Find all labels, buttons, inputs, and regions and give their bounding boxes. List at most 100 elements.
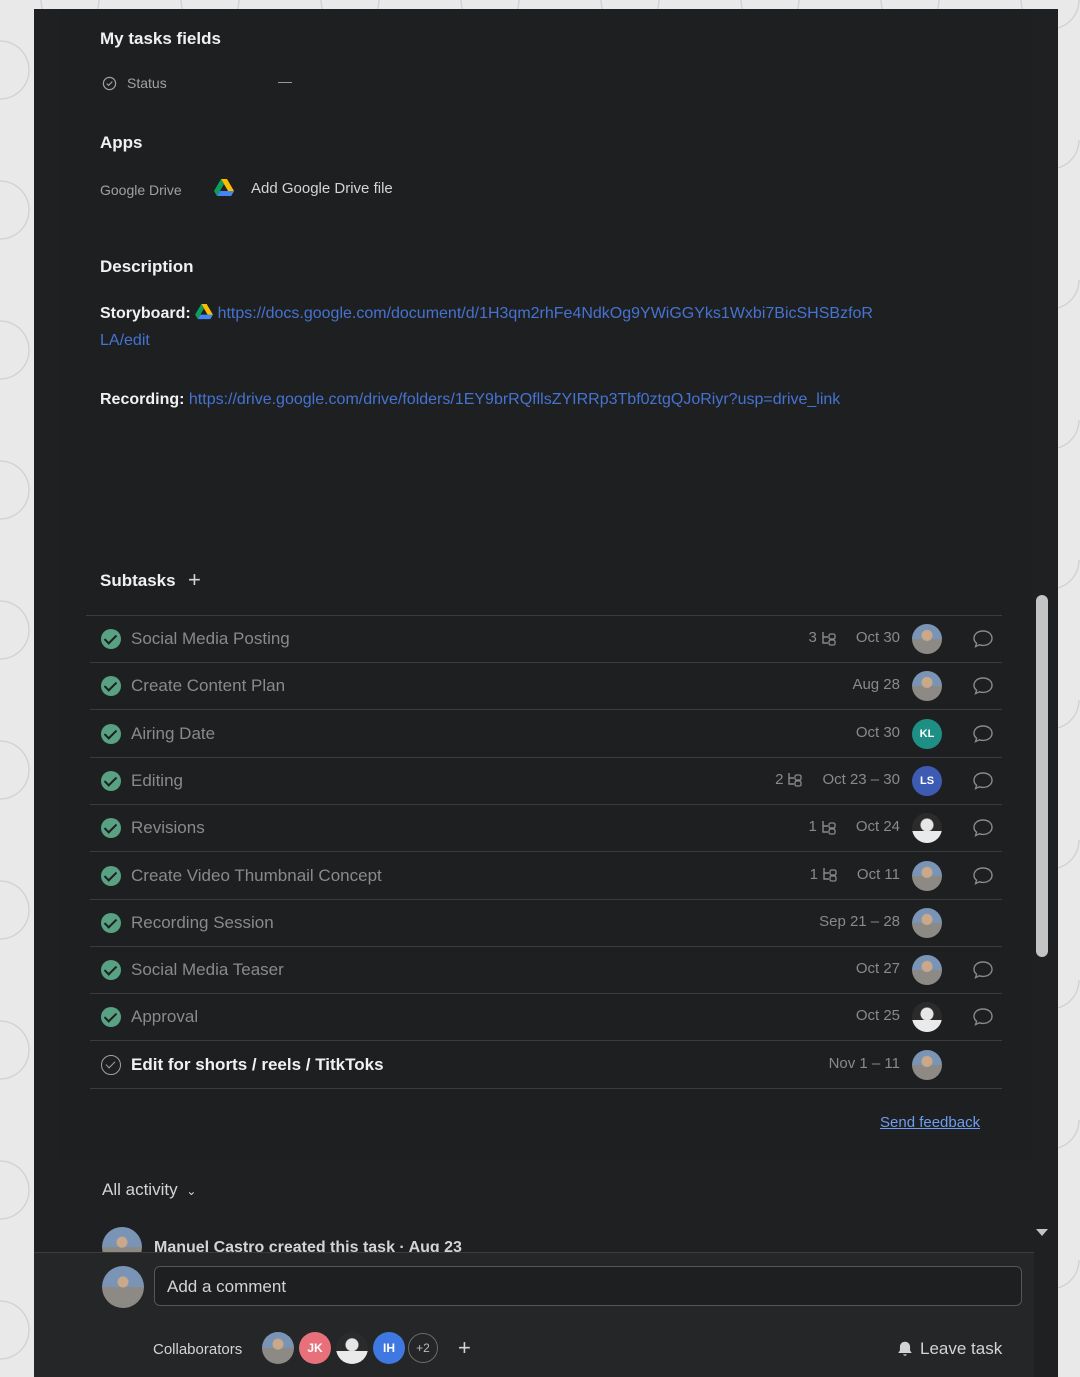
subtask-row[interactable]: Revisions 1 Oct 24 bbox=[90, 805, 1002, 853]
comment-input[interactable]: Add a comment bbox=[154, 1266, 1022, 1306]
google-drive-icon[interactable] bbox=[214, 179, 234, 197]
subtask-name[interactable]: Recording Session bbox=[131, 913, 274, 933]
recording-link[interactable]: https://drive.google.com/drive/folders/1… bbox=[189, 391, 840, 408]
subtask-name[interactable]: Social Media Teaser bbox=[131, 960, 284, 980]
subtask-name[interactable]: Edit for shorts / reels / TitkToks bbox=[131, 1055, 384, 1075]
send-feedback-link[interactable]: Send feedback bbox=[880, 1114, 980, 1131]
add-collaborator-icon[interactable]: + bbox=[458, 1335, 471, 1361]
scrollbar[interactable] bbox=[1036, 595, 1048, 957]
assignee-avatar[interactable] bbox=[912, 671, 942, 702]
subtasks-icon bbox=[822, 820, 836, 835]
subtask-meta: Aug 28 bbox=[852, 676, 900, 693]
assignee-avatar[interactable] bbox=[912, 624, 942, 654]
collaborators-label: Collaborators bbox=[153, 1341, 243, 1358]
storyboard-link-continued[interactable]: LA/edit bbox=[100, 332, 150, 349]
complete-toggle-icon[interactable] bbox=[101, 723, 121, 744]
complete-toggle-icon[interactable] bbox=[101, 676, 121, 697]
avatar-initials: LS bbox=[919, 774, 935, 787]
leave-task-button[interactable]: Leave task bbox=[896, 1339, 1002, 1359]
comment-icon[interactable] bbox=[972, 724, 994, 744]
status-field-value[interactable]: — bbox=[278, 73, 292, 89]
due-date[interactable]: Oct 30 bbox=[856, 724, 900, 741]
task-detail-panel: My tasks fields Status — Apps Google Dri… bbox=[34, 9, 1058, 1377]
subtask-row[interactable]: Editing 2 Oct 23 – 30 LS bbox=[90, 758, 1002, 805]
subtask-count[interactable]: 2 bbox=[775, 771, 804, 788]
add-google-drive-file-button[interactable]: Add Google Drive file bbox=[251, 180, 393, 197]
complete-toggle-icon[interactable] bbox=[101, 912, 121, 933]
add-subtask-icon[interactable]: + bbox=[188, 567, 201, 593]
complete-toggle-icon[interactable] bbox=[101, 770, 121, 791]
comment-icon[interactable] bbox=[972, 960, 994, 980]
subtask-meta: Oct 25 bbox=[856, 1007, 900, 1024]
due-date[interactable]: Oct 27 bbox=[856, 960, 900, 977]
more-collaborators-badge[interactable]: +2 bbox=[408, 1333, 438, 1363]
subtask-name[interactable]: Create Content Plan bbox=[131, 676, 285, 696]
assignee-avatar[interactable] bbox=[912, 907, 942, 938]
comment-icon[interactable] bbox=[972, 771, 994, 791]
due-date[interactable]: Oct 23 – 30 bbox=[822, 771, 900, 788]
comment-icon[interactable] bbox=[972, 1007, 994, 1027]
assignee-avatar[interactable] bbox=[912, 813, 942, 844]
due-date[interactable]: Oct 24 bbox=[856, 818, 900, 835]
comment-icon[interactable] bbox=[972, 818, 994, 838]
status-field-label: Status bbox=[127, 75, 167, 91]
subtask-count-value: 3 bbox=[808, 629, 817, 646]
subtask-meta: Oct 27 bbox=[856, 960, 900, 977]
assignee-avatar[interactable]: LS bbox=[912, 765, 942, 796]
activity-filter-dropdown[interactable]: All activity ⌄ bbox=[102, 1180, 196, 1200]
due-date[interactable]: Sep 21 – 28 bbox=[819, 913, 900, 930]
subtask-count-value: 1 bbox=[809, 865, 818, 883]
comment-icon[interactable] bbox=[972, 676, 994, 696]
complete-toggle-icon[interactable] bbox=[101, 818, 121, 839]
google-drive-label: Google Drive bbox=[100, 182, 182, 198]
assignee-avatar[interactable] bbox=[912, 955, 942, 986]
assignee-avatar[interactable]: KL bbox=[912, 718, 942, 749]
assignee-avatar[interactable] bbox=[912, 1002, 942, 1033]
subtask-meta: 3 Oct 30 bbox=[808, 629, 900, 646]
due-date[interactable]: Oct 30 bbox=[856, 629, 900, 646]
subtask-count[interactable]: 1 bbox=[808, 818, 837, 835]
due-date[interactable]: Oct 25 bbox=[856, 1007, 900, 1024]
subtask-meta: 1 Oct 11 bbox=[810, 866, 900, 883]
scroll-down-icon[interactable] bbox=[1036, 1227, 1048, 1237]
due-date[interactable]: Nov 1 – 11 bbox=[829, 1055, 900, 1072]
subtask-name[interactable]: Airing Date bbox=[131, 724, 215, 744]
storyboard-link[interactable]: https://docs.google.com/document/d/1H3qm… bbox=[218, 305, 873, 322]
complete-toggle-icon[interactable] bbox=[101, 629, 121, 649]
subtask-name[interactable]: Approval bbox=[131, 1007, 198, 1027]
subtask-row[interactable]: Social Media Teaser Oct 27 bbox=[90, 947, 1002, 995]
collaborator-avatar[interactable]: JK bbox=[299, 1332, 331, 1364]
subtask-row[interactable]: Recording Session Sep 21 – 28 bbox=[90, 900, 1002, 947]
due-date[interactable]: Aug 28 bbox=[852, 676, 900, 693]
complete-toggle-icon[interactable] bbox=[101, 1054, 121, 1075]
current-user-avatar bbox=[102, 1266, 144, 1308]
subtask-row[interactable]: Airing Date Oct 30 KL bbox=[90, 711, 1002, 758]
recording-line: Recording: https://drive.google.com/driv… bbox=[100, 386, 1000, 413]
subtask-count[interactable]: 3 bbox=[808, 629, 837, 646]
subtask-name[interactable]: Editing bbox=[131, 771, 183, 791]
subtask-row[interactable]: Edit for shorts / reels / TitkToks Nov 1 … bbox=[90, 1042, 1002, 1089]
subtask-name[interactable]: Social Media Posting bbox=[131, 629, 290, 649]
comment-icon[interactable] bbox=[972, 629, 994, 649]
subtask-name[interactable]: Revisions bbox=[131, 818, 205, 838]
description-body[interactable]: Storyboard: https://docs.google.com/docu… bbox=[100, 300, 1000, 413]
subtask-row[interactable]: Social Media Posting 3 Oct 30 bbox=[90, 616, 1002, 663]
subtask-meta: 2 Oct 23 – 30 bbox=[775, 771, 900, 788]
subtask-row[interactable]: Approval Oct 25 bbox=[90, 994, 1002, 1042]
complete-toggle-icon[interactable] bbox=[101, 960, 121, 981]
subtask-name[interactable]: Create Video Thumbnail Concept bbox=[131, 866, 382, 886]
subtask-count[interactable]: 1 bbox=[810, 866, 839, 883]
assignee-avatar[interactable] bbox=[912, 860, 942, 891]
subtask-row[interactable]: Create Video Thumbnail Concept 1 Oct 11 bbox=[90, 853, 1002, 900]
subtask-row[interactable]: Create Content Plan Aug 28 bbox=[90, 663, 1002, 711]
due-date[interactable]: Oct 11 bbox=[857, 866, 900, 883]
assignee-avatar[interactable] bbox=[912, 1049, 942, 1080]
storyboard-label: Storyboard: bbox=[100, 305, 191, 322]
comment-icon[interactable] bbox=[972, 866, 994, 886]
complete-toggle-icon[interactable] bbox=[101, 1007, 121, 1028]
complete-toggle-icon[interactable] bbox=[101, 865, 121, 886]
collaborator-avatar[interactable] bbox=[262, 1332, 294, 1364]
collaborator-avatar[interactable]: IH bbox=[373, 1332, 405, 1364]
collaborator-avatar[interactable] bbox=[336, 1332, 368, 1364]
subtasks-icon bbox=[788, 773, 803, 788]
